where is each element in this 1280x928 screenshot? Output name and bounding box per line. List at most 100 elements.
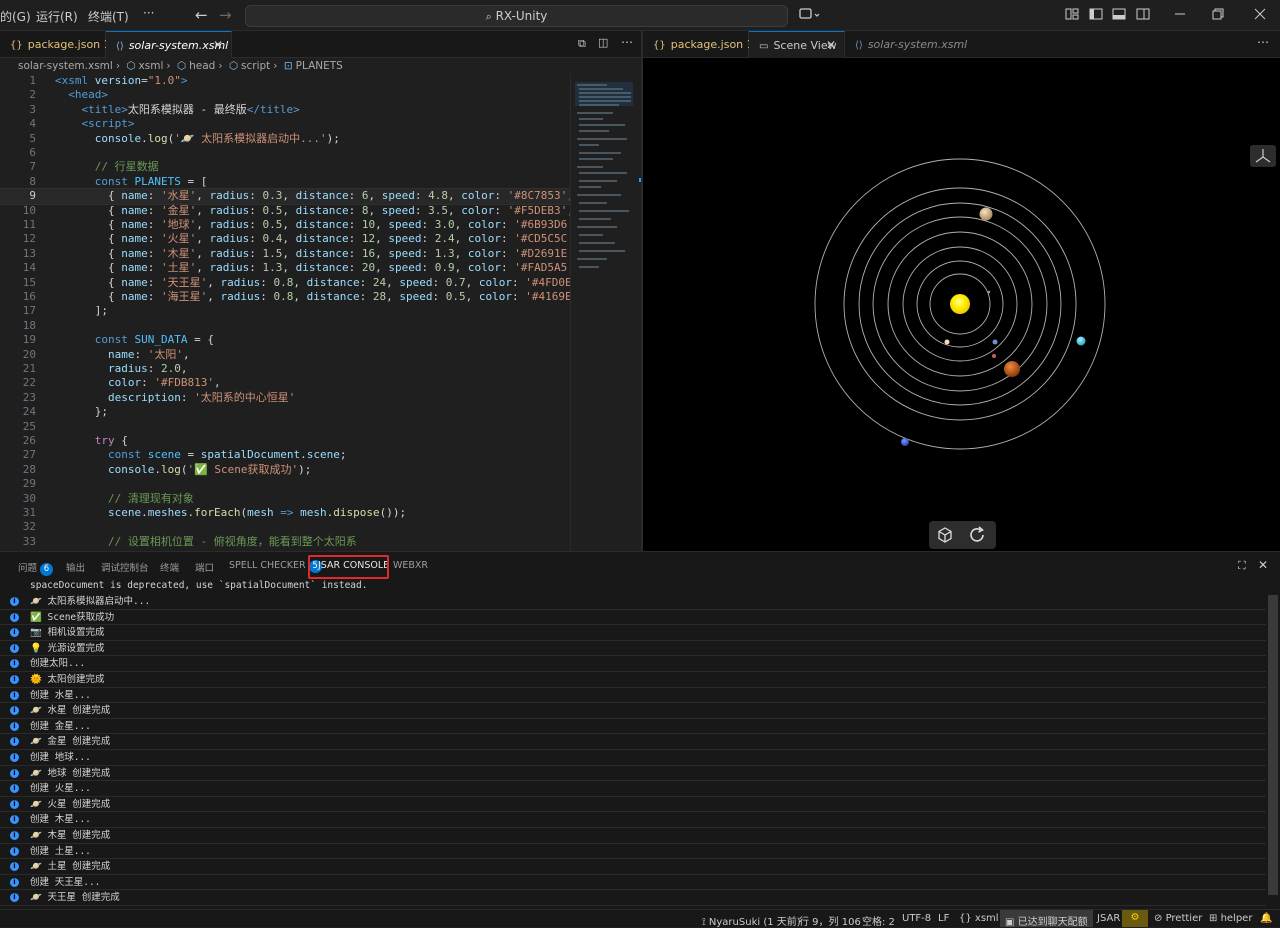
line-number: 12 bbox=[22, 232, 36, 246]
code-line-10[interactable]: 10 { name: '金星', radius: 0.5, distance: … bbox=[0, 204, 570, 218]
command-center-search[interactable]: ⌕ RX-Unity bbox=[245, 5, 788, 27]
code-line-23[interactable]: 23 description: '太阳系的中心恒星' bbox=[0, 391, 570, 405]
breadcrumb-file[interactable]: solar-system.xsml bbox=[18, 60, 113, 72]
breadcrumb-head[interactable]: head bbox=[189, 60, 215, 72]
tab-debug-console[interactable]: 调试控制台 bbox=[101, 560, 149, 574]
refresh-icon[interactable] bbox=[967, 525, 987, 548]
code-line-25[interactable]: 25 bbox=[0, 420, 570, 434]
menu-more[interactable]: ··· bbox=[143, 6, 154, 20]
close-tab-icon[interactable]: ✕ bbox=[213, 32, 223, 59]
tab-solar-system-xsml-right[interactable]: ⟨⟩ solar-system.xsml bbox=[845, 31, 967, 58]
code-line-28[interactable]: 28 console.log('✅ Scene获取成功'); bbox=[0, 463, 570, 477]
helper-status[interactable]: ⊞ helper bbox=[1209, 913, 1252, 924]
breadcrumb-planets[interactable]: PLANETS bbox=[296, 60, 343, 72]
tab-scene-view[interactable]: ▭ Scene View ✕ bbox=[749, 31, 845, 58]
toggle-sidebar-icon[interactable] bbox=[1089, 7, 1105, 23]
menu-run[interactable]: 运行(R) bbox=[36, 8, 78, 25]
reset-view-cube-icon[interactable] bbox=[935, 525, 955, 548]
code-line-17[interactable]: 17 ]; bbox=[0, 304, 570, 318]
code-line-21[interactable]: 21 radius: 2.0, bbox=[0, 362, 570, 376]
code-line-13[interactable]: 13 { name: '木星', radius: 1.5, distance: … bbox=[0, 247, 570, 261]
close-window-icon[interactable] bbox=[1253, 7, 1269, 23]
code-line-3[interactable]: 3 <title>太阳系模拟器 - 最终版</title> bbox=[0, 103, 570, 117]
tab-solar-system-xsml[interactable]: ⟨⟩ solar-system.xsml ✕ bbox=[106, 31, 232, 58]
code-line-6[interactable]: 6 bbox=[0, 146, 570, 160]
code-line-20[interactable]: 20 name: '太阳', bbox=[0, 348, 570, 362]
tab-ports[interactable]: 端口 bbox=[195, 560, 214, 574]
tab-output[interactable]: 输出 bbox=[66, 560, 85, 574]
console-message: 💡 光源设置完成 bbox=[30, 642, 105, 654]
code-line-18[interactable]: 18 bbox=[0, 319, 570, 333]
indentation[interactable]: 空格: 2 bbox=[862, 913, 895, 928]
code-line-1[interactable]: 1 <xsml version="1.0"> bbox=[0, 74, 570, 88]
code-line-33[interactable]: 33 // 设置相机位置 - 俯视角度，能看到整个太阳系 bbox=[0, 535, 570, 549]
console-output[interactable]: i 🪐 太阳系模拟器启动中... i ✅ Scene获取成功 i 📷 相机设置完成 i 💡 光… bbox=[0, 594, 1266, 910]
toggle-secondary-sidebar-icon[interactable] bbox=[1136, 7, 1152, 23]
code-line-27[interactable]: 27 const scene = spatialDocument.scene; bbox=[0, 448, 570, 462]
cursor-position[interactable]: 行 9，列 106 bbox=[799, 913, 861, 928]
tab-package-json[interactable]: {} package.json 1 bbox=[0, 31, 111, 58]
git-blame-status[interactable]: ⟟ NyaruSuki (1 天前) bbox=[702, 913, 801, 928]
code-line-8[interactable]: 8 const PLANETS = [ bbox=[0, 175, 570, 189]
code-line-32[interactable]: 32 bbox=[0, 520, 570, 534]
code-line-31[interactable]: 31 scene.meshes.forEach(mesh => mesh.dis… bbox=[0, 506, 570, 520]
chat-quota-status[interactable]: ▣ 已达到聊天配额 bbox=[1000, 910, 1093, 928]
code-line-19[interactable]: 19 const SUN_DATA = { bbox=[0, 333, 570, 347]
tab-webxr[interactable]: WEBXR bbox=[393, 560, 428, 571]
tab-problems[interactable]: 问题 6 bbox=[18, 560, 54, 576]
code-line-30[interactable]: 30 // 清理现有对象 bbox=[0, 492, 570, 506]
code-text: name: '太阳', bbox=[107, 347, 190, 361]
tab-package-json-right[interactable]: {} package.json 1 bbox=[643, 31, 754, 58]
restore-icon[interactable] bbox=[1211, 7, 1227, 23]
open-changes-icon[interactable]: ⧉ bbox=[578, 37, 586, 51]
menu-go[interactable]: 的(G) bbox=[0, 8, 31, 25]
jsar-logo-icon[interactable]: ⚙ bbox=[1122, 910, 1148, 927]
encoding[interactable]: UTF-8 bbox=[902, 913, 931, 924]
back-arrow-icon[interactable]: ← bbox=[195, 6, 208, 24]
info-icon: i bbox=[10, 643, 19, 653]
layout-grid-icon[interactable] bbox=[1065, 7, 1081, 23]
minimap-viewport[interactable] bbox=[575, 82, 633, 106]
code-line-16[interactable]: 16 { name: '海王星', radius: 0.8, distance:… bbox=[0, 290, 570, 304]
toggle-panel-icon[interactable] bbox=[1112, 7, 1128, 23]
code-editor[interactable]: 1 <xsml version="1.0"> 2 <head> 3 <title>太阳… bbox=[0, 74, 570, 551]
code-line-2[interactable]: 2 <head> bbox=[0, 88, 570, 102]
breadcrumb-xsml[interactable]: xsml bbox=[139, 60, 164, 72]
more-actions-icon[interactable]: ⋯ bbox=[621, 35, 633, 49]
scene-view-canvas[interactable] bbox=[643, 58, 1280, 551]
forward-arrow-icon[interactable]: → bbox=[219, 6, 232, 24]
console-scrollbar[interactable] bbox=[1268, 595, 1278, 895]
close-panel-icon[interactable]: ✕ bbox=[1258, 558, 1268, 572]
minimize-icon[interactable] bbox=[1173, 7, 1189, 23]
end-of-line[interactable]: LF bbox=[938, 913, 949, 924]
language-mode[interactable]: {} xsml bbox=[959, 913, 999, 924]
code-line-11[interactable]: 11 { name: '地球', radius: 0.5, distance: … bbox=[0, 218, 570, 232]
code-line-22[interactable]: 22 color: '#FDB813', bbox=[0, 376, 570, 390]
close-tab-icon[interactable]: ✕ bbox=[826, 32, 836, 59]
code-line-12[interactable]: 12 { name: '火星', radius: 0.4, distance: … bbox=[0, 232, 570, 246]
code-line-14[interactable]: 14 { name: '土星', radius: 1.3, distance: … bbox=[0, 261, 570, 275]
tab-terminal[interactable]: 终端 bbox=[160, 560, 179, 574]
preview-icon: ▭ bbox=[759, 41, 769, 52]
code-line-9[interactable]: 9 { name: '水星', radius: 0.3, distance: 6… bbox=[0, 188, 570, 205]
breadcrumb-script[interactable]: script bbox=[241, 60, 270, 72]
code-line-5[interactable]: 5 console.log('🪐 太阳系模拟器启动中...'); bbox=[0, 132, 570, 146]
copilot-icon[interactable] bbox=[799, 7, 820, 23]
code-line-24[interactable]: 24 }; bbox=[0, 405, 570, 419]
code-line-26[interactable]: 26 try { bbox=[0, 434, 570, 448]
axis-gizmo-button[interactable] bbox=[1250, 145, 1276, 167]
notifications-bell-icon[interactable]: 🔔 bbox=[1260, 913, 1272, 924]
code-line-15[interactable]: 15 { name: '天王星', radius: 0.8, distance:… bbox=[0, 276, 570, 290]
minimap[interactable] bbox=[570, 74, 642, 551]
code-line-7[interactable]: 7 // 行星数据 bbox=[0, 160, 570, 174]
prettier-status[interactable]: ⊘ Prettier bbox=[1154, 913, 1202, 924]
menu-terminal[interactable]: 终端(T) bbox=[88, 8, 129, 25]
more-actions-icon[interactable]: ⋯ bbox=[1257, 35, 1269, 49]
split-editor-icon[interactable]: ◫ bbox=[598, 36, 608, 49]
jsar-status[interactable]: JSAR bbox=[1097, 913, 1120, 924]
code-line-4[interactable]: 4 <script> bbox=[0, 117, 570, 131]
maximize-panel-icon[interactable]: ⛶ bbox=[1238, 559, 1246, 573]
code-line-29[interactable]: 29 bbox=[0, 477, 570, 491]
code-text: <script> bbox=[81, 117, 135, 131]
left-editor-tabbar: {} package.json 1 ⟨⟩ solar-system.xsml ✕ ⧉… bbox=[0, 31, 642, 58]
